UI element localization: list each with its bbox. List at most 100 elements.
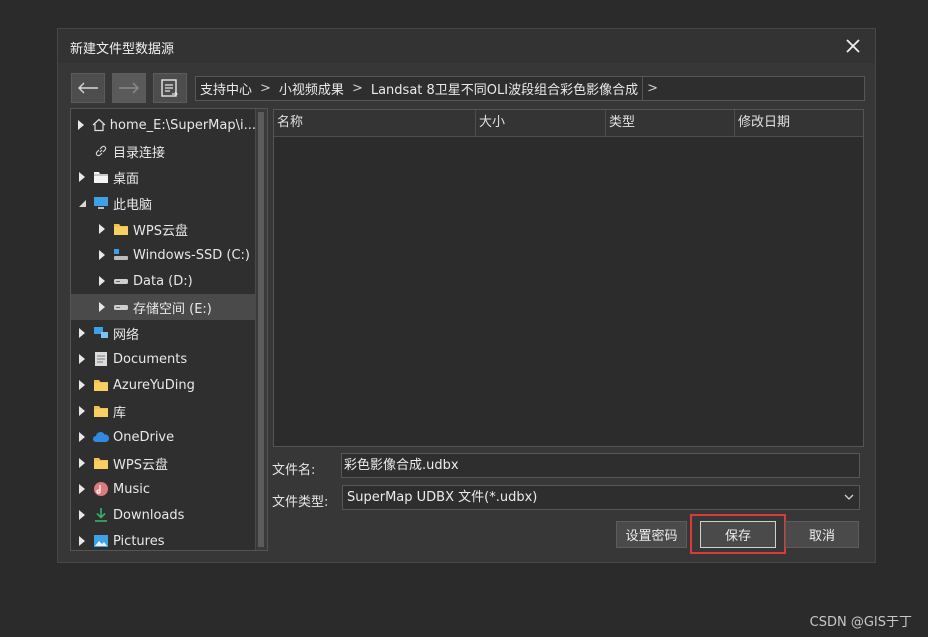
tree-item-label: 网络	[113, 327, 140, 343]
tree-item-label: Downloads	[113, 507, 185, 523]
tree-item-label: Documents	[113, 351, 188, 367]
tree-item-label: 目录连接	[113, 145, 166, 161]
close-button[interactable]	[839, 33, 867, 59]
tree-item-label: 存储空间 (E:)	[133, 301, 212, 317]
arrow-left-icon	[78, 82, 98, 94]
column-header-size[interactable]: 大小	[476, 110, 606, 136]
dialog-title: 新建文件型数据源	[70, 42, 175, 57]
tree-item[interactable]: home_E:\SuperMap\i...	[71, 112, 256, 138]
filetype-label: 文件类型:	[272, 495, 329, 510]
expand-arrow-icon[interactable]	[75, 404, 89, 418]
breadcrumb-item[interactable]: 支持中心	[196, 79, 256, 98]
tree-item[interactable]: 库	[71, 398, 256, 424]
expand-arrow-icon[interactable]	[75, 508, 89, 522]
breadcrumb-separator[interactable]: >	[348, 77, 367, 100]
file-list[interactable]: 名称 大小 类型 修改日期	[273, 109, 864, 447]
column-header-type[interactable]: 类型	[606, 110, 735, 136]
title-bar: 新建文件型数据源	[58, 29, 875, 63]
expand-arrow-icon[interactable]	[75, 170, 89, 184]
drive-icon	[112, 299, 130, 315]
tree-item[interactable]: Pictures	[71, 528, 256, 550]
tree-item-label: Pictures	[113, 533, 165, 549]
expand-arrow-icon[interactable]	[75, 118, 88, 132]
network-icon	[92, 325, 110, 341]
tree-item-label: WPS云盘	[133, 223, 188, 239]
tree-item-label: AzureYuDing	[113, 377, 195, 393]
expand-arrow-icon[interactable]	[95, 300, 109, 314]
forward-button[interactable]	[112, 73, 146, 103]
filetype-selected-value: SuperMap UDBX 文件(*.udbx)	[347, 490, 538, 505]
tree-item[interactable]: Data (D:)	[71, 268, 256, 294]
tree-item[interactable]: Music	[71, 476, 256, 502]
breadcrumb-separator[interactable]: >	[642, 77, 662, 100]
file-list-header: 名称 大小 类型 修改日期	[274, 110, 863, 137]
tree-item-label: 桌面	[113, 171, 140, 187]
scrollbar-thumb[interactable]	[258, 112, 264, 547]
expanded-arrow-icon[interactable]	[75, 196, 89, 210]
folder-tree[interactable]: home_E:\SuperMap\i... 目录连接桌面此电脑 WPS云盘 Windo…	[70, 108, 268, 551]
system-drive-icon	[112, 247, 130, 263]
new-file-datasource-dialog: 新建文件型数据源 支持中心 > 小视频成果 > Landsat 8卫星不同OLI…	[57, 28, 876, 563]
tree-item-label: WPS云盘	[113, 457, 168, 473]
tree-item[interactable]: 网络	[71, 320, 256, 346]
folder-icon	[92, 455, 110, 471]
column-header-name[interactable]: 名称	[274, 110, 476, 136]
cancel-button[interactable]: 取消	[785, 521, 859, 548]
watermark: CSDN @GIS于丁	[809, 615, 912, 630]
tree-item-label: Windows-SSD (C:)	[133, 247, 250, 263]
expand-arrow-icon[interactable]	[75, 430, 89, 444]
chevron-down-icon	[843, 486, 855, 516]
tree-item[interactable]: Windows-SSD (C:)	[71, 242, 256, 268]
tree-item[interactable]: Downloads	[71, 502, 256, 528]
link-icon	[92, 143, 110, 159]
tree-item-label: home_E:\SuperMap\i...	[109, 117, 256, 133]
pictures-icon	[92, 533, 110, 549]
expand-arrow-icon[interactable]	[75, 352, 89, 366]
folder-icon	[92, 403, 110, 419]
expand-arrow-icon[interactable]	[95, 248, 109, 262]
filename-input[interactable]: 彩色影像合成.udbx	[341, 453, 860, 478]
documents-icon	[92, 351, 110, 367]
folder-icon	[112, 221, 130, 237]
expand-arrow-icon[interactable]	[75, 456, 89, 470]
expand-arrow-icon[interactable]	[75, 534, 89, 548]
breadcrumb-separator[interactable]: >	[256, 77, 275, 100]
back-button[interactable]	[71, 73, 105, 103]
expand-arrow-icon[interactable]	[75, 378, 89, 392]
tree-item[interactable]: 此电脑	[71, 190, 256, 216]
save-button[interactable]: 保存	[700, 521, 776, 548]
column-header-modified[interactable]: 修改日期	[735, 110, 863, 136]
set-password-button[interactable]: 设置密码	[616, 521, 687, 548]
download-icon	[92, 507, 110, 523]
recent-locations-button[interactable]	[153, 73, 187, 103]
tree-item[interactable]: AzureYuDing	[71, 372, 256, 398]
tree-item[interactable]: OneDrive	[71, 424, 256, 450]
home-icon	[91, 117, 107, 133]
tree-item[interactable]: WPS云盘	[71, 216, 256, 242]
computer-icon	[92, 195, 110, 211]
cloud-icon	[92, 429, 110, 445]
expand-arrow-icon[interactable]	[75, 482, 89, 496]
breadcrumb[interactable]: 支持中心 > 小视频成果 > Landsat 8卫星不同OLI波段组合彩色影像合…	[195, 76, 865, 101]
tree-item-label: Data (D:)	[133, 273, 193, 289]
tree-item[interactable]: Documents	[71, 346, 256, 372]
filename-label: 文件名:	[272, 463, 316, 478]
tree-item[interactable]: WPS云盘	[71, 450, 256, 476]
tree-item-label: 库	[113, 405, 127, 421]
expand-arrow-icon[interactable]	[75, 326, 89, 340]
breadcrumb-item[interactable]: 小视频成果	[275, 79, 348, 98]
desktop-folder-icon	[92, 169, 110, 185]
filetype-select[interactable]: SuperMap UDBX 文件(*.udbx)	[342, 485, 860, 510]
drive-icon	[112, 273, 130, 289]
music-icon	[92, 481, 110, 497]
history-list-icon	[161, 79, 178, 97]
breadcrumb-item[interactable]: Landsat 8卫星不同OLI波段组合彩色影像合成	[367, 79, 642, 98]
tree-item[interactable]: 桌面	[71, 164, 256, 190]
tree-item[interactable]: 存储空间 (E:)	[71, 294, 256, 320]
tree-item[interactable]: 目录连接	[71, 138, 256, 164]
expand-arrow-icon[interactable]	[95, 222, 109, 236]
tree-scrollbar[interactable]	[255, 109, 267, 550]
expand-arrow-icon[interactable]	[95, 274, 109, 288]
arrow-right-icon	[119, 82, 139, 94]
